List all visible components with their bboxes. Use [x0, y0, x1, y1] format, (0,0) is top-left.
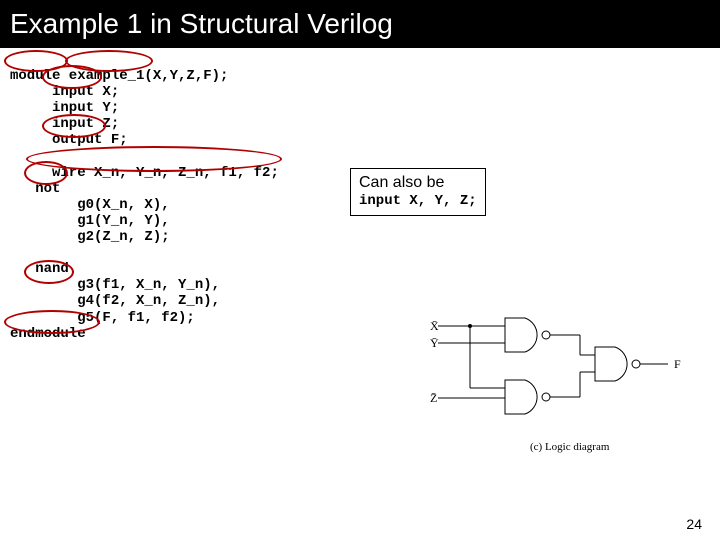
code-line: g4(f2, X_n, Z_n), [10, 293, 220, 309]
code-line: g2(Z_n, Z); [10, 229, 170, 245]
code-line: input Y; [10, 100, 119, 116]
code-line: nand [10, 261, 69, 277]
code-line: g5(F, f1, f2); [10, 310, 195, 326]
code-line: g0(X_n, X), [10, 197, 170, 213]
label-z: Z̄ [430, 391, 437, 405]
label-x: X̄ [430, 319, 439, 333]
code-line: g1(Y_n, Y), [10, 213, 170, 229]
code-line: endmodule [10, 326, 86, 342]
note-line2: input X, Y, Z; [359, 193, 477, 211]
note-line1: Can also be [359, 173, 477, 193]
label-f: F [674, 357, 681, 371]
code-line: not [10, 181, 60, 197]
label-y: Ȳ [430, 336, 439, 350]
slide-title: Example 1 in Structural Verilog [0, 0, 720, 48]
diagram-caption: (c) Logic diagram [530, 441, 610, 453]
slide-title-text: Example 1 in Structural Verilog [10, 8, 393, 40]
verilog-code-block: module example_1(X,Y,Z,F); input X; inpu… [10, 52, 279, 342]
code-line: module example_1(X,Y,Z,F); [10, 68, 228, 84]
page-number: 24 [686, 516, 702, 532]
code-line: input Z; [10, 116, 119, 132]
code-line: g3(f1, X_n, Y_n), [10, 277, 220, 293]
logic-diagram: X̄ Ȳ Z̄ F (c) Logic diagram [410, 310, 700, 470]
code-line: output F; [10, 132, 128, 148]
nand-gate-bottom [505, 380, 550, 414]
note-box: Can also be input X, Y, Z; [350, 168, 486, 216]
nand-gate-output [595, 347, 640, 381]
code-line: wire X_n, Y_n, Z_n, f1, f2; [10, 165, 279, 181]
code-line: input X; [10, 84, 119, 100]
nand-gate-top [505, 318, 550, 352]
